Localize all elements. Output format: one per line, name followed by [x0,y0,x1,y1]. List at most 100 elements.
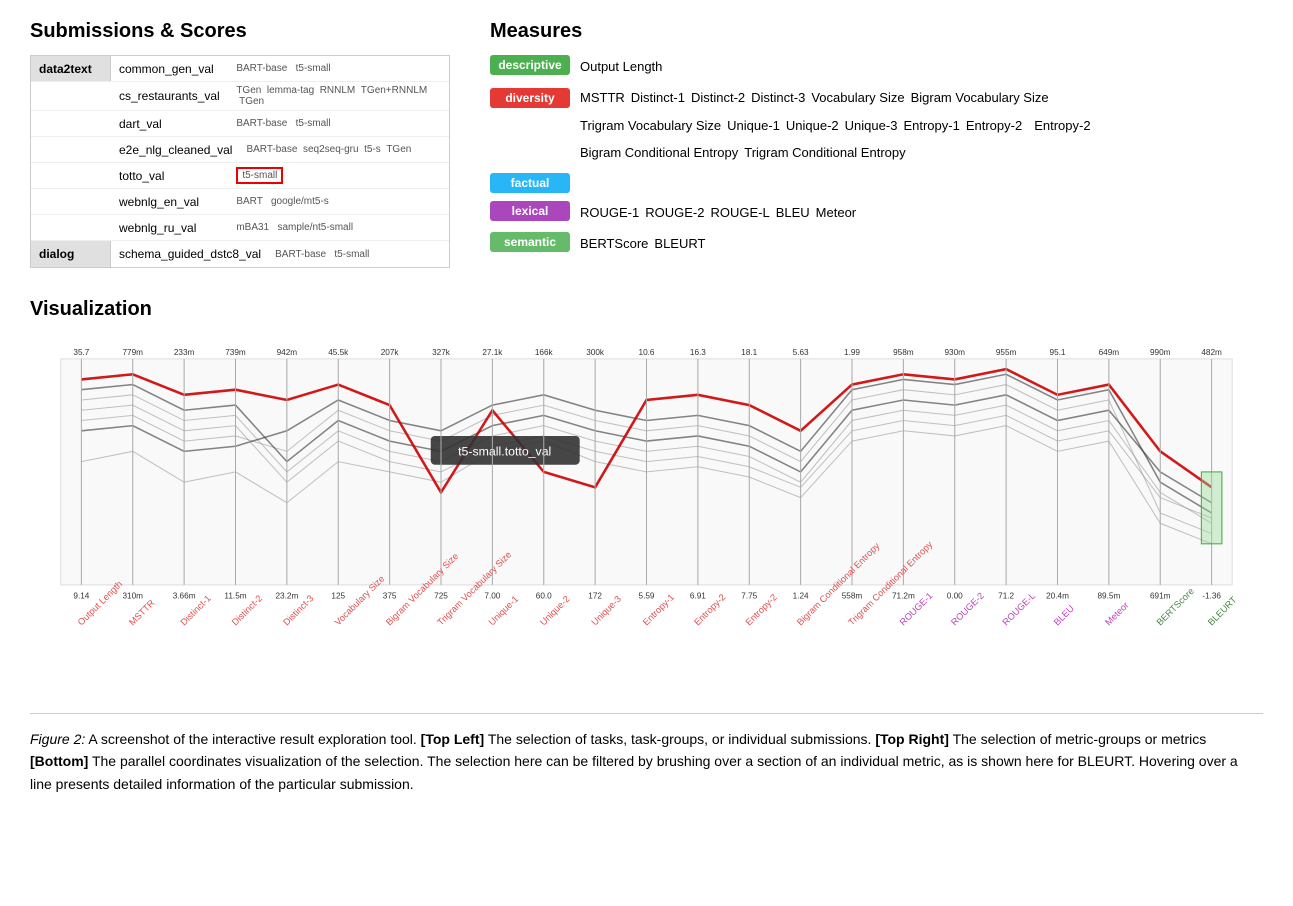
metrics-lexical: ROUGE-1 ROUGE-2 ROUGE-L BLEU Meteor [580,201,856,224]
table-row: webnlg_en_val BART google/mt5-s [31,189,449,215]
measure-row-diversity: diversity MSTTR Distinct-1 Distinct-2 Di… [490,86,1263,164]
metric-unique1[interactable]: Unique-1 [727,114,780,137]
highlighted-model: t5-small [236,167,283,184]
table-row: cs_restaurants_val TGen lemma-tag RNNLM … [31,82,449,111]
svg-text:0.00: 0.00 [947,591,963,600]
svg-text:5.63: 5.63 [793,348,809,357]
parallel-coords-svg: .axis-line { stroke: #aaa; stroke-width:… [30,333,1263,693]
table-row: e2e_nlg_cleaned_val BART-base seq2seq-gr… [31,137,449,163]
measure-row-lexical: lexical ROUGE-1 ROUGE-2 ROUGE-L BLEU Met… [490,201,1263,224]
submission-name[interactable]: totto_val [111,166,230,186]
svg-text:558m: 558m [842,591,863,600]
submission-models: mBA31 sample/nt5-small [230,219,449,236]
top-section: Submissions & Scores data2text common_ge… [30,20,1263,268]
submission-name[interactable]: webnlg_ru_val [111,218,230,238]
svg-text:11.5m: 11.5m [224,591,246,600]
svg-text:35.7: 35.7 [73,348,89,357]
submission-models: BART-base t5-small [269,246,449,263]
svg-text:20.4m: 20.4m [1046,591,1069,600]
badge-semantic[interactable]: semantic [490,232,570,252]
submissions-table: data2text common_gen_val BART-base t5-sm… [30,55,450,268]
axis-label-meteor: Meteor [1103,600,1130,627]
metric-unique2[interactable]: Unique-2 [786,114,839,137]
badge-diversity[interactable]: diversity [490,88,570,108]
metric-meteor[interactable]: Meteor [816,201,856,224]
metric-vocab-size[interactable]: Vocabulary Size [811,86,904,109]
measures-panel: Measures descriptive Output Length diver… [490,20,1263,268]
caption-top-left-text: The selection of tasks, task-groups, or … [488,731,876,747]
svg-text:60.0: 60.0 [536,591,552,600]
svg-text:649m: 649m [1099,348,1120,357]
svg-text:5.59: 5.59 [639,591,655,600]
svg-text:725: 725 [434,591,448,600]
svg-text:172: 172 [588,591,602,600]
metric-msttr[interactable]: MSTTR [580,86,625,109]
metric-bigram-cond-entropy[interactable]: Bigram Conditional Entropy [580,141,738,164]
svg-text:95.1: 95.1 [1050,348,1066,357]
svg-text:89.5m: 89.5m [1097,591,1120,600]
caption-bottom-bold: [Bottom] [30,753,88,769]
caption-intro: A screenshot of the interactive result e… [88,731,420,747]
svg-text:375: 375 [383,591,397,600]
svg-text:233m: 233m [174,348,195,357]
svg-text:18.1: 18.1 [741,348,757,357]
svg-text:482m: 482m [1201,348,1222,357]
table-row: dialog schema_guided_dstc8_val BART-base… [31,241,449,267]
metric-bertscore[interactable]: BERTScore [580,232,648,255]
figure-label: Figure 2: [30,731,85,747]
metric-bigram-vocab[interactable]: Bigram Vocabulary Size [911,86,1049,109]
task-group-dialog: dialog [31,241,111,267]
metric-rougel[interactable]: ROUGE-L [710,201,769,224]
parallel-coords-container[interactable]: .axis-line { stroke: #aaa; stroke-width:… [30,333,1263,693]
submission-models: BART google/mt5-s [230,193,449,210]
svg-text:23.2m: 23.2m [275,591,298,600]
svg-text:1.99: 1.99 [844,348,860,357]
submission-models: t5-small [230,164,449,187]
svg-text:27.1k: 27.1k [482,348,503,357]
svg-text:-1.36: -1.36 [1202,591,1221,600]
metric-entropy2b[interactable]: Entropy-2 [1034,114,1090,137]
svg-text:990m: 990m [1150,348,1171,357]
metric-rouge1[interactable]: ROUGE-1 [580,201,639,224]
svg-text:10.6: 10.6 [639,348,655,357]
metric-distinct3[interactable]: Distinct-3 [751,86,805,109]
badge-lexical[interactable]: lexical [490,201,570,221]
metric-unique3[interactable]: Unique-3 [845,114,898,137]
svg-text:7.00: 7.00 [484,591,500,600]
svg-text:779m: 779m [122,348,143,357]
svg-text:207k: 207k [381,348,400,357]
metric-entropy2[interactable]: Entropy-2 [966,114,1022,137]
svg-text:300k: 300k [586,348,605,357]
axis-label-output-length: Output Length [76,579,124,627]
axis-label-bleu: BLEU [1052,603,1076,627]
metric-distinct1[interactable]: Distinct-1 [631,86,685,109]
svg-text:955m: 955m [996,348,1017,357]
submission-name[interactable]: e2e_nlg_cleaned_val [111,140,240,160]
metric-trigram-cond-entropy[interactable]: Trigram Conditional Entropy [744,141,905,164]
submission-name[interactable]: dart_val [111,114,230,134]
measure-row-factual: factual [490,173,1263,193]
svg-text:739m: 739m [225,348,246,357]
metric-entropy1[interactable]: Entropy-1 [903,114,959,137]
badge-descriptive[interactable]: descriptive [490,55,570,75]
submission-name[interactable]: webnlg_en_val [111,192,230,212]
metric-bleu[interactable]: BLEU [776,201,810,224]
submission-name[interactable]: common_gen_val [111,59,230,79]
svg-text:3.66m: 3.66m [173,591,196,600]
svg-text:327k: 327k [432,348,451,357]
measure-row-semantic: semantic BERTScore BLEURT [490,232,1263,255]
table-row: data2text common_gen_val BART-base t5-sm… [31,56,449,82]
metric-trigram-vocab[interactable]: Trigram Vocabulary Size [580,114,721,137]
metric-bleurt[interactable]: BLEURT [654,232,705,255]
badge-factual[interactable]: factual [490,173,570,193]
submission-models: TGen lemma-tag RNNLM TGen+RNNLM TGen [230,82,449,110]
svg-text:16.3: 16.3 [690,348,706,357]
metrics-diversity: MSTTR Distinct-1 Distinct-2 Distinct-3 V… [580,86,1100,164]
svg-text:6.91: 6.91 [690,591,706,600]
submission-name[interactable]: cs_restaurants_val [111,86,230,106]
svg-text:71.2: 71.2 [998,591,1014,600]
submission-name[interactable]: schema_guided_dstc8_val [111,244,269,264]
metric-distinct2[interactable]: Distinct-2 [691,86,745,109]
metric-rouge2[interactable]: ROUGE-2 [645,201,704,224]
metric-output-length[interactable]: Output Length [580,55,662,78]
